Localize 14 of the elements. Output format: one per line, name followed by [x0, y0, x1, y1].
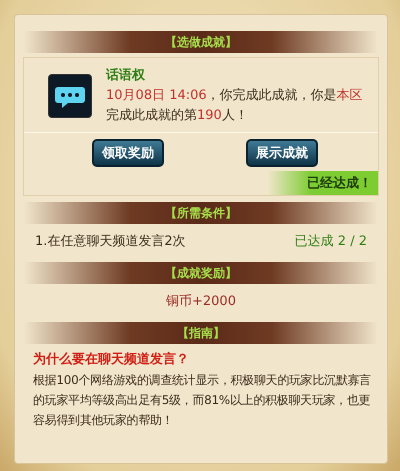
action-button[interactable]: 领取奖励: [92, 139, 164, 167]
section-title: 【成就奖励】: [165, 264, 237, 282]
action-button[interactable]: 展示成就: [246, 139, 318, 167]
section-title: 【指南】: [177, 324, 225, 342]
achievement-message: 10月08日 14:06，你完成此成就，你是本区 完成此成就的第190人！: [106, 87, 364, 125]
reward-text: 铜币+2000: [166, 293, 236, 310]
section-title: 【选做成就】: [165, 34, 237, 50]
section-title: 【所需条件】: [165, 204, 237, 222]
guide-question: 为什么要在聊天频道发言？: [33, 350, 190, 368]
chat-bubble-icon: [48, 74, 92, 118]
condition-text: 1.在任意聊天频道发言2次: [35, 233, 186, 250]
status-label: 已经达成！: [267, 171, 378, 195]
achievement-name: 话语权: [106, 67, 146, 84]
guide-paragraph: 根据100个网络游戏的调查统计显示，积极聊天的玩家比沉默寡言的玩家平均等级高出足有5级，而81%以上的积极聊天玩家，也更容易得到其他玩家的帮助！: [33, 372, 372, 429]
